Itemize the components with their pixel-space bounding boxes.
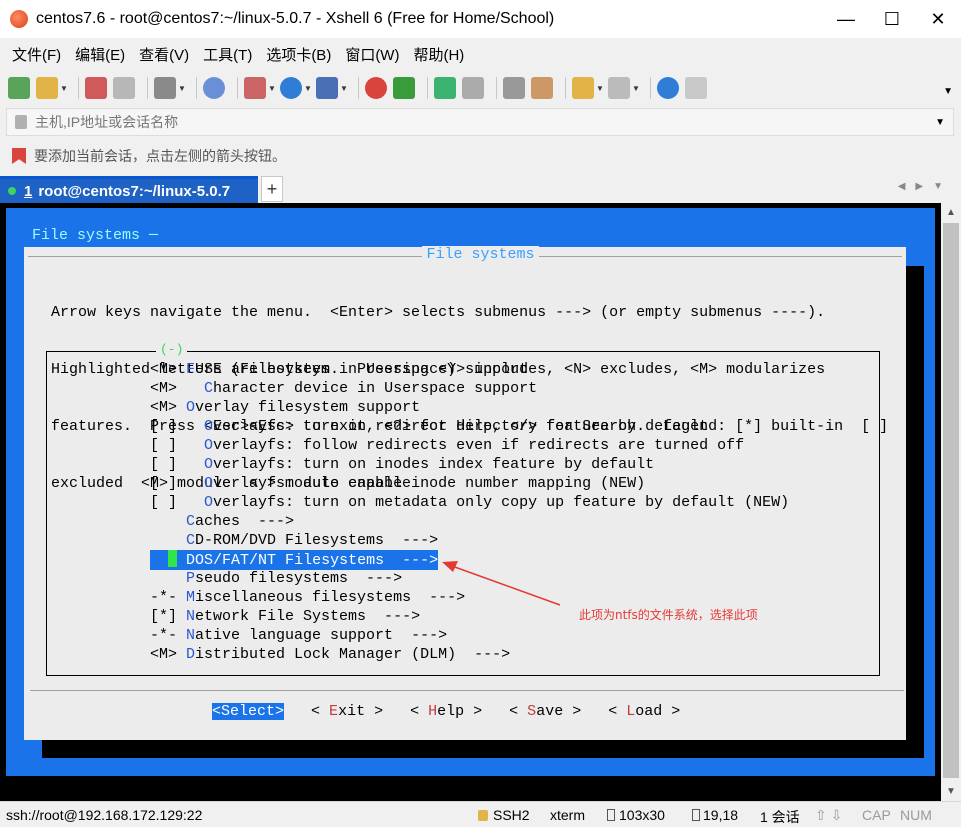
cursor-icon	[692, 809, 700, 821]
secure-lock-icon	[478, 810, 488, 821]
annotation-note: 此项为ntfs的文件系统，选择此项	[579, 608, 758, 622]
size-icon	[607, 809, 615, 821]
cursor-position: 19,18	[703, 807, 739, 823]
session-count: 1 会话	[760, 809, 800, 825]
terminal-type: xterm	[550, 807, 585, 823]
session-nav-arrows-icon[interactable]: ⇧ ⇩	[815, 807, 842, 824]
connection-url: ssh://root@192.168.172.129:22	[6, 807, 203, 823]
annotation-arrow-icon	[442, 561, 561, 606]
xshell-window: centos7.6 - root@centos7:~/linux-5.0.7 -…	[0, 0, 961, 827]
caps-lock-indicator: CAP	[862, 807, 891, 823]
status-bar: ssh://root@192.168.172.129:22 SSH2 xterm…	[0, 801, 961, 827]
protocol-label: SSH2	[493, 807, 530, 823]
num-lock-indicator: NUM	[900, 807, 932, 823]
terminal-size: 103x30	[619, 807, 665, 823]
